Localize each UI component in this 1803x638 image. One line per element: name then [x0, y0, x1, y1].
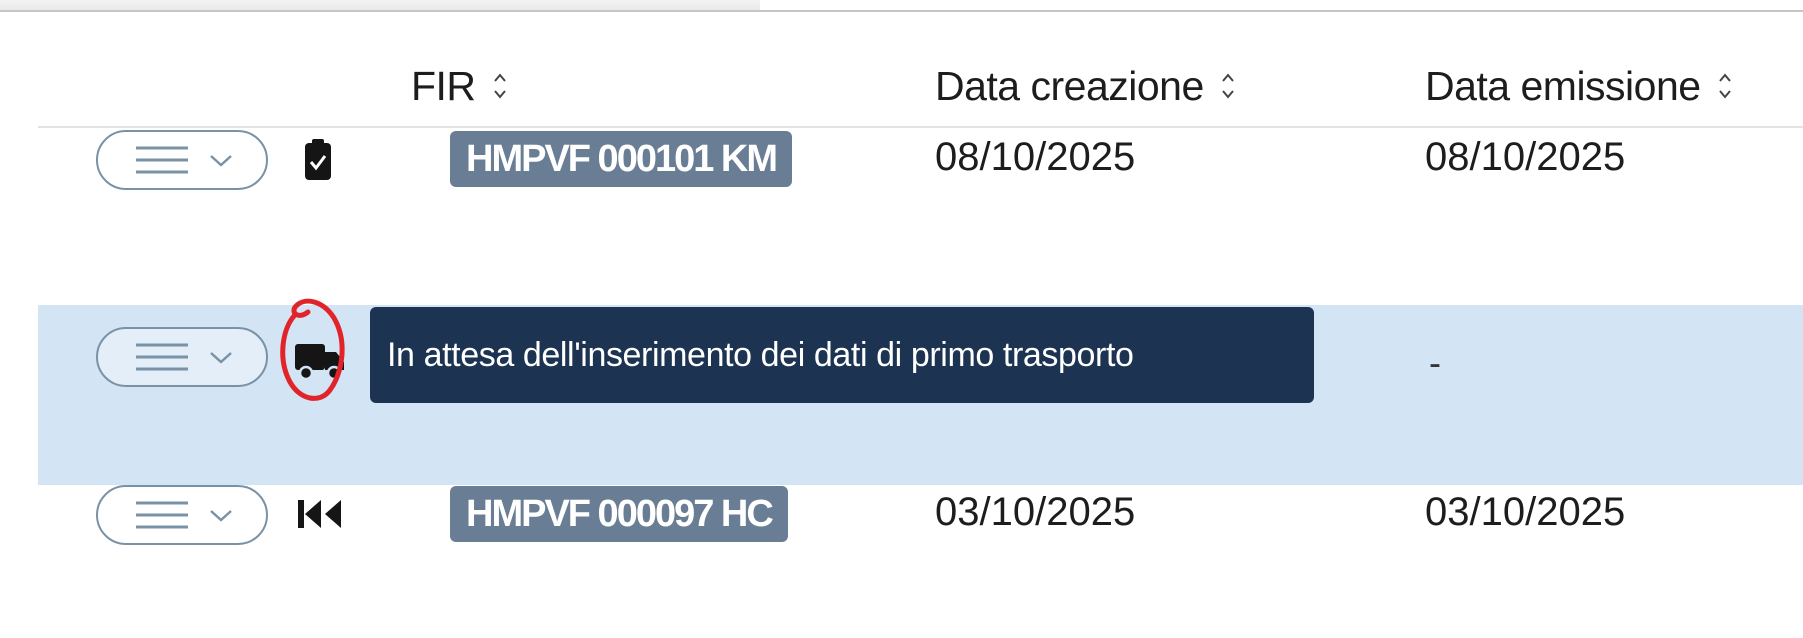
column-header-data-creazione-label: Data creazione — [935, 62, 1204, 109]
top-shade — [0, 0, 760, 10]
column-header-data-creazione[interactable]: Data creazione — [935, 58, 1236, 114]
top-divider — [0, 10, 1803, 12]
menu-lines-icon — [136, 146, 188, 174]
column-header-fir[interactable]: FIR — [411, 58, 508, 114]
fast-rewind-icon — [298, 500, 341, 528]
chevron-down-icon — [210, 352, 232, 364]
chevron-down-icon — [210, 510, 232, 522]
data-creazione-cell: 08/10/2025 — [935, 135, 1136, 179]
table-row[interactable]: HMPVF 000101 KM 08/10/2025 08/10/2025 — [38, 130, 1803, 305]
truck-icon[interactable] — [294, 340, 346, 382]
data-creazione-cell: 03/10/2025 — [935, 490, 1136, 534]
menu-lines-icon — [136, 343, 188, 371]
data-emissione-cell: - — [1429, 342, 1441, 383]
tooltip-text: In attesa dell'inserimento dei dati di p… — [387, 335, 1134, 374]
row-actions-menu-button[interactable] — [96, 130, 268, 190]
column-header-fir-label: FIR — [411, 62, 476, 109]
sort-updown-icon[interactable] — [1220, 68, 1236, 104]
data-emissione-cell: 03/10/2025 — [1425, 490, 1626, 534]
sort-updown-icon[interactable] — [1717, 68, 1733, 104]
chevron-down-icon — [210, 155, 232, 167]
fir-code-tag[interactable]: HMPVF 000101 KM — [450, 131, 793, 187]
status-tooltip: In attesa dell'inserimento dei dati di p… — [370, 307, 1314, 403]
column-header-data-emissione[interactable]: Data emissione — [1425, 58, 1733, 114]
data-emissione-cell: 08/10/2025 — [1425, 135, 1626, 179]
table-header: FIR Data creazione Data emissione — [38, 44, 1803, 128]
table-row[interactable]: HMPVF 000097 HC 03/10/2025 03/10/2025 — [38, 485, 1803, 605]
row-actions-menu-button[interactable] — [96, 327, 268, 387]
fir-table-screen: FIR Data creazione Data emissione HMPVF … — [0, 0, 1803, 638]
row-actions-menu-button[interactable] — [96, 485, 268, 545]
column-header-data-emissione-label: Data emissione — [1425, 62, 1701, 109]
clipboard-check-icon — [305, 139, 331, 180]
menu-lines-icon — [136, 501, 188, 529]
fir-code-tag[interactable]: HMPVF 000097 HC — [450, 486, 788, 542]
sort-updown-icon[interactable] — [492, 68, 508, 104]
